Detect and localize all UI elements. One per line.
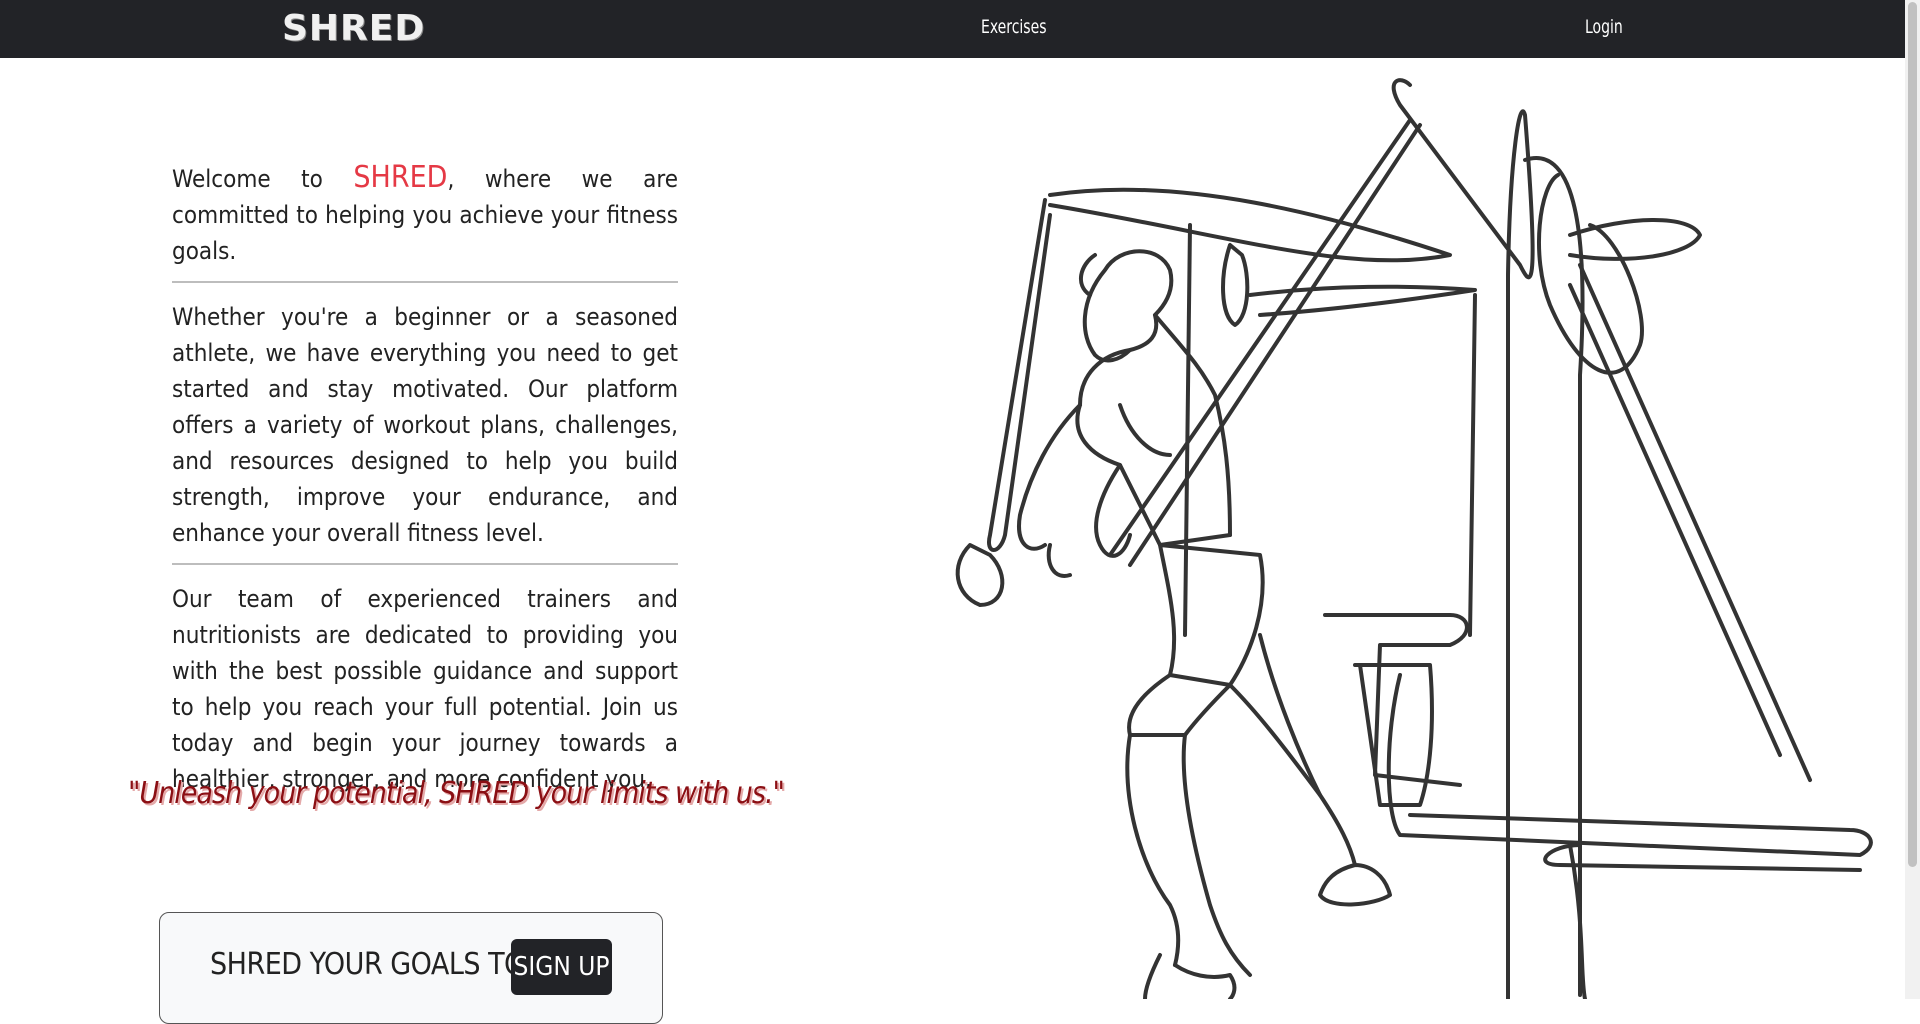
nav-link-exercises[interactable]: Exercises [981, 14, 1047, 40]
nav-link-login[interactable]: Login [1585, 14, 1623, 40]
divider [172, 281, 678, 283]
intro-paragraph-2: Whether you're a beginner or a seasoned … [172, 303, 678, 547]
line-art-gym-workout-illustration [955, 78, 1873, 999]
intro-section: Welcome to SHRED, where we are committed… [172, 160, 678, 797]
intro-paragraph-3: Our team of experienced trainers and nut… [172, 585, 678, 793]
welcome-prefix: Welcome to [172, 165, 323, 193]
brand-logo[interactable]: SHRED [282, 8, 425, 50]
motto-quote: "Unleash your potential, SHRED your limi… [128, 776, 785, 811]
sign-up-button[interactable]: SIGN UP [511, 939, 612, 995]
divider [172, 563, 678, 565]
signup-card: SHRED YOUR GOALS TODAY SIGN UP [159, 912, 663, 1024]
scrollbar[interactable] [1905, 0, 1920, 999]
brand-highlight: SHRED [353, 160, 448, 195]
welcome-paragraph: Welcome to SHRED, where we are committed… [172, 160, 678, 269]
scrollbar-thumb[interactable] [1908, 2, 1917, 867]
navbar: SHRED Exercises Login [0, 0, 1905, 58]
